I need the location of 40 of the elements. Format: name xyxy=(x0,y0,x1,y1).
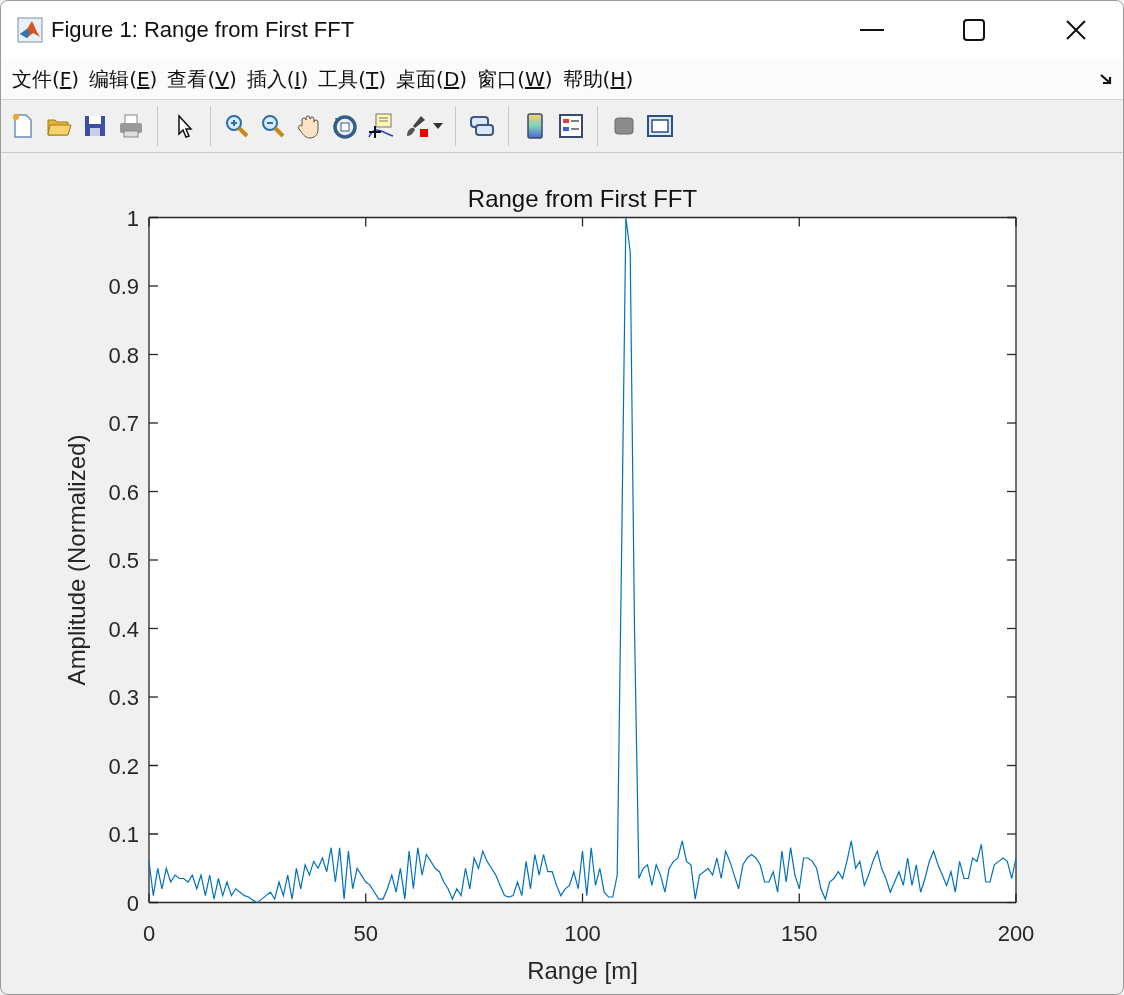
panel-icon[interactable] xyxy=(646,112,674,140)
y-axis-label: Amplitude (Normalized) xyxy=(63,434,90,686)
y-tick-label: 0.7 xyxy=(108,411,139,436)
y-tick-label: 0.9 xyxy=(108,274,139,299)
x-axis-label: Range [m] xyxy=(527,956,638,984)
y-tick-label: 0 xyxy=(126,890,139,916)
x-tick-label: 50 xyxy=(353,920,378,946)
app-icon xyxy=(17,17,43,43)
maximize-icon[interactable] xyxy=(963,19,985,41)
caret-icon[interactable] xyxy=(433,123,443,129)
menu-item[interactable]: 桌面(D) xyxy=(391,65,473,93)
menu-item[interactable]: 帮助(H) xyxy=(557,65,639,93)
x-tick-label: 100 xyxy=(564,920,601,946)
legend-icon[interactable] xyxy=(557,112,585,140)
menu-item[interactable]: 文件(F) xyxy=(7,65,85,93)
x-tick-label: 150 xyxy=(780,920,818,946)
zoom-out-icon[interactable] xyxy=(259,112,287,140)
zoom-in-icon[interactable] xyxy=(223,112,251,140)
x-tick-label: 200 xyxy=(997,920,1035,946)
close-icon[interactable] xyxy=(1065,19,1087,41)
menu-item[interactable]: 查看(V) xyxy=(162,65,242,93)
y-tick-label: 1 xyxy=(126,205,139,231)
print-icon[interactable] xyxy=(117,112,145,140)
y-tick-label: 0.3 xyxy=(108,685,139,710)
data-cursor-icon[interactable] xyxy=(367,112,395,140)
menu-item[interactable]: 编辑(E) xyxy=(84,65,163,93)
menu-item[interactable]: 插入(I) xyxy=(241,65,314,93)
menu-item[interactable]: 工具(T) xyxy=(313,65,392,93)
y-tick-label: 0.4 xyxy=(108,616,139,642)
menu-item[interactable]: 窗口(W) xyxy=(472,65,558,93)
y-tick-label: 0.1 xyxy=(108,822,139,847)
y-tick-label: 0.6 xyxy=(108,479,139,505)
x-tick-label: 0 xyxy=(142,920,156,946)
window-title: Figure 1: Range from First FFT xyxy=(51,17,356,43)
chart-title: Range from First FFT xyxy=(467,184,698,212)
y-tick-label: 0.2 xyxy=(108,753,139,779)
minimize-icon[interactable] xyxy=(860,28,884,32)
y-tick-label: 0.5 xyxy=(108,548,139,573)
y-tick-label: 0.8 xyxy=(108,342,139,368)
rotate-icon[interactable] xyxy=(331,112,359,140)
